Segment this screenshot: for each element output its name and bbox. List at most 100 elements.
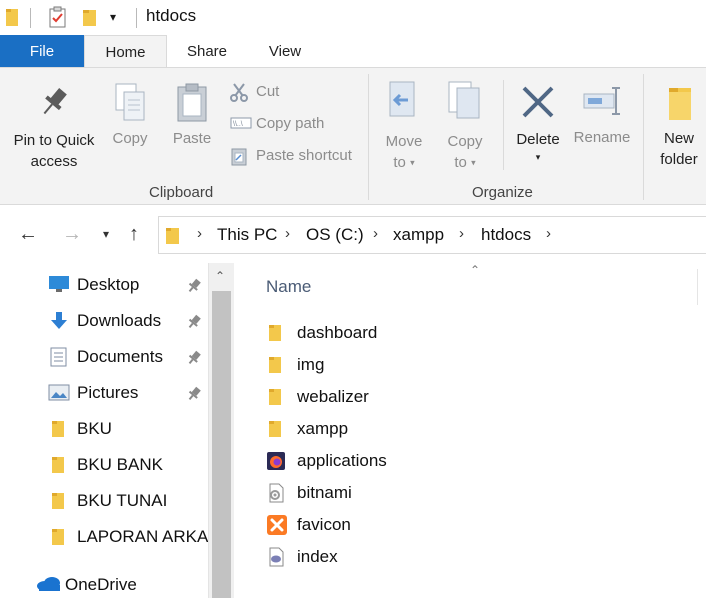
customize-toolbar-icon[interactable]: ▾	[110, 10, 116, 24]
list-item[interactable]: dashboard	[234, 317, 706, 349]
new-folder-button[interactable]: New folder	[652, 82, 706, 170]
folder-icon	[52, 529, 64, 545]
navigation-pane-scrollbar[interactable]: ⌃	[208, 263, 234, 598]
pin-icon[interactable]	[186, 278, 202, 294]
new-folder-icon[interactable]	[82, 7, 98, 32]
delete-icon	[522, 86, 554, 118]
sidebar-item-bku[interactable]: BKU	[0, 413, 210, 445]
sidebar-item-bku-tunai[interactable]: BKU TUNAI	[0, 485, 210, 517]
paste-shortcut-button[interactable]: Paste shortcut	[230, 144, 360, 168]
pin-icon[interactable]	[186, 386, 202, 402]
tab-file[interactable]: File	[0, 35, 84, 68]
move-to-label: Move	[385, 133, 423, 150]
chevron-right-icon[interactable]: ›	[285, 225, 290, 242]
scissors-icon	[230, 83, 248, 102]
folder-icon	[52, 421, 64, 437]
list-item[interactable]: favicon	[234, 509, 706, 541]
pin-to-quick-access-button[interactable]: Pin to Quick access	[6, 84, 102, 172]
tab-home[interactable]: Home	[84, 35, 167, 68]
cloud-icon	[37, 577, 60, 591]
scrollbar-thumb[interactable]	[212, 291, 231, 598]
breadcrumb-xampp[interactable]: xampp	[393, 225, 444, 245]
list-item[interactable]: webalizer	[234, 381, 706, 413]
sidebar-item-desktop[interactable]: Desktop	[0, 269, 210, 301]
folder-icon	[269, 325, 281, 341]
copy-to-label: Copy	[447, 133, 483, 150]
list-item[interactable]: bitnami	[234, 477, 706, 509]
folder-icon	[52, 493, 64, 509]
window-title: htdocs	[146, 6, 197, 25]
sidebar-item-label: Downloads	[77, 311, 162, 330]
folder-icon	[166, 228, 179, 244]
delete-label: Delete	[516, 131, 560, 148]
move-to-icon	[389, 81, 415, 117]
new-folder-label-2: folder	[660, 151, 698, 168]
organize-group-label: Organize	[472, 184, 533, 201]
sidebar-item-label: Desktop	[77, 275, 140, 294]
breadcrumb-os-c[interactable]: OS (C:)	[306, 225, 364, 245]
sidebar-item-label: OneDrive	[65, 575, 137, 594]
sidebar-item-documents[interactable]: Documents	[0, 341, 210, 373]
move-to-button[interactable]: Move to ▾	[378, 80, 430, 174]
paste-shortcut-label: Paste shortcut	[256, 147, 352, 164]
file-name: favicon	[297, 515, 351, 534]
breadcrumb-this-pc[interactable]: This PC	[217, 225, 277, 245]
divider	[503, 80, 504, 170]
forward-arrow-icon[interactable]: →	[62, 223, 82, 246]
clipboard-group-label: Clipboard	[149, 184, 214, 201]
folder-icon	[269, 421, 281, 437]
chevron-right-icon[interactable]: ›	[546, 225, 551, 242]
list-item[interactable]: applications	[234, 445, 706, 477]
back-arrow-icon[interactable]: ←	[18, 223, 38, 246]
pin-icon[interactable]	[186, 314, 202, 330]
cut-button[interactable]: Cut	[230, 80, 350, 104]
pin-label-2: access	[30, 153, 78, 170]
paste-button[interactable]: Paste	[166, 82, 218, 147]
navigation-bar: ← → ▾ ↑ › This PC › OS (C:) › xampp › ht…	[0, 205, 706, 263]
copy-label: Copy	[112, 130, 148, 147]
chevron-right-icon[interactable]: ›	[197, 225, 202, 242]
sidebar-item-pictures[interactable]: Pictures	[0, 377, 210, 409]
column-header-name[interactable]: Name	[266, 277, 311, 297]
copy-button[interactable]: Copy	[104, 82, 156, 147]
file-name: xampp	[297, 419, 349, 438]
sidebar-item-onedrive[interactable]: OneDrive	[0, 569, 210, 598]
pin-icon[interactable]	[186, 350, 202, 366]
divider	[30, 8, 31, 28]
sidebar-item-bku-bank[interactable]: BKU BANK	[0, 449, 210, 481]
copy-to-button[interactable]: Copy to ▾	[438, 80, 492, 174]
column-divider[interactable]	[697, 269, 698, 305]
sidebar-item-laporan-arka[interactable]: LAPORAN ARKA	[0, 521, 210, 553]
group-divider	[368, 74, 369, 200]
sidebar-item-label: BKU BANK	[77, 455, 163, 474]
delete-button[interactable]: Delete ▾	[510, 82, 566, 164]
sidebar-item-label: Pictures	[77, 383, 139, 402]
tab-share[interactable]: Share	[172, 35, 242, 68]
firefox-html-icon	[267, 452, 285, 470]
address-bar[interactable]: › This PC › OS (C:) › xampp › htdocs ›	[158, 216, 706, 254]
file-name: applications	[297, 451, 387, 470]
pin-icon	[43, 88, 67, 115]
sidebar-item-downloads[interactable]: Downloads	[0, 305, 210, 337]
rename-button[interactable]: Rename	[570, 82, 634, 146]
paste-label: Paste	[172, 130, 212, 147]
desktop-icon	[49, 276, 69, 292]
list-item[interactable]: xampp	[234, 413, 706, 445]
up-arrow-icon[interactable]: ↑	[129, 223, 139, 246]
list-item[interactable]: img	[234, 349, 706, 381]
divider	[136, 8, 137, 28]
file-name: webalizer	[297, 387, 369, 406]
breadcrumb-htdocs[interactable]: htdocs	[481, 225, 531, 245]
tab-view[interactable]: View	[250, 35, 320, 68]
file-name: dashboard	[297, 323, 378, 342]
scroll-up-icon[interactable]: ⌃	[215, 269, 225, 283]
copy-path-button[interactable]: \\..\ Copy path	[230, 112, 350, 136]
chevron-right-icon[interactable]: ›	[373, 225, 378, 242]
navigation-pane: Desktop Downloads Documents Pictures BKU…	[0, 263, 234, 598]
recent-locations-chevron-icon[interactable]: ▾	[103, 227, 109, 241]
list-item[interactable]: index	[234, 541, 706, 573]
svg-text:\\..\: \\..\	[233, 121, 243, 128]
chevron-right-icon[interactable]: ›	[459, 225, 464, 242]
properties-icon[interactable]	[48, 6, 68, 33]
dropdown-caret-icon: ▾	[535, 152, 541, 163]
